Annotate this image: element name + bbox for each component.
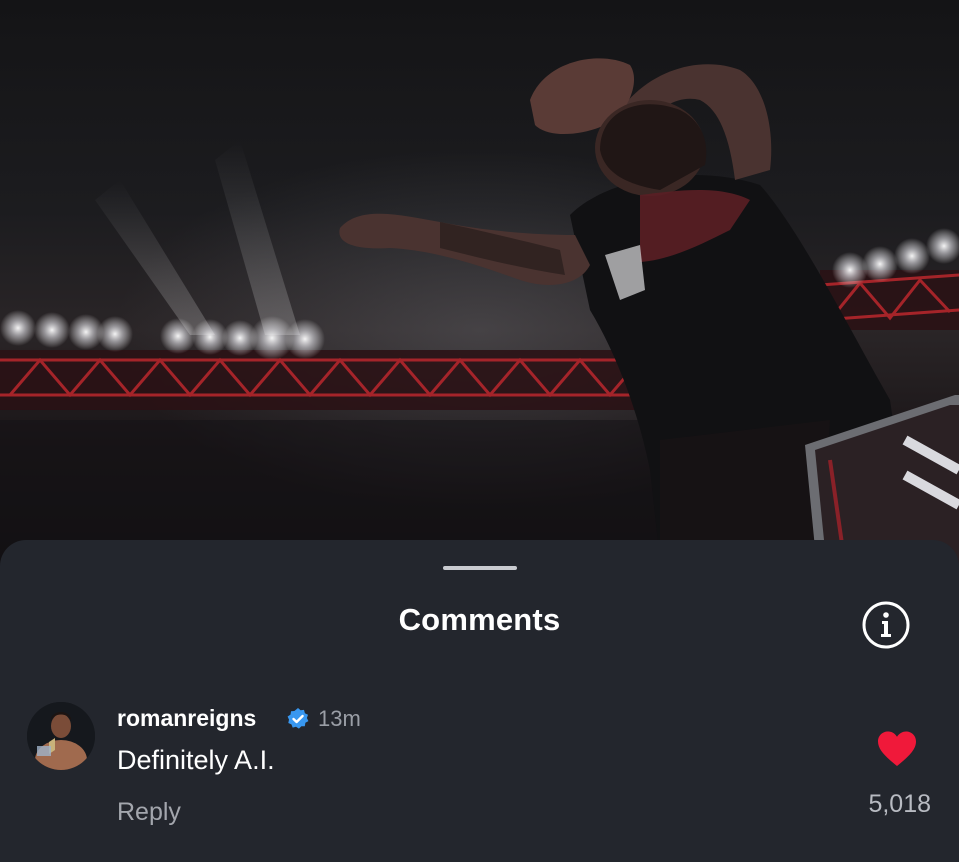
comment-username[interactable]: romanreigns <box>117 705 256 732</box>
comment-timestamp: 13m <box>318 706 361 731</box>
heart-icon <box>878 731 916 766</box>
comment-text: Definitely A.I. <box>117 745 275 775</box>
reply-button[interactable]: Reply <box>117 798 181 827</box>
comments-sheet: Comments romanreigns 13m Definitely A.I. <box>0 540 959 862</box>
info-circle-icon <box>862 601 910 649</box>
info-button[interactable] <box>861 600 911 650</box>
like-button[interactable] <box>876 730 918 768</box>
drag-handle[interactable] <box>443 566 517 570</box>
arena-scene <box>0 58 959 600</box>
comment-item: romanreigns 13m Definitely A.I. Reply 5,… <box>0 690 959 830</box>
sheet-title: Comments <box>398 602 561 637</box>
video-background <box>0 0 959 600</box>
verified-badge-icon <box>287 708 309 729</box>
user-avatar-image <box>27 702 95 770</box>
like-count: 5,018 <box>868 790 931 818</box>
avatar[interactable] <box>27 702 95 770</box>
